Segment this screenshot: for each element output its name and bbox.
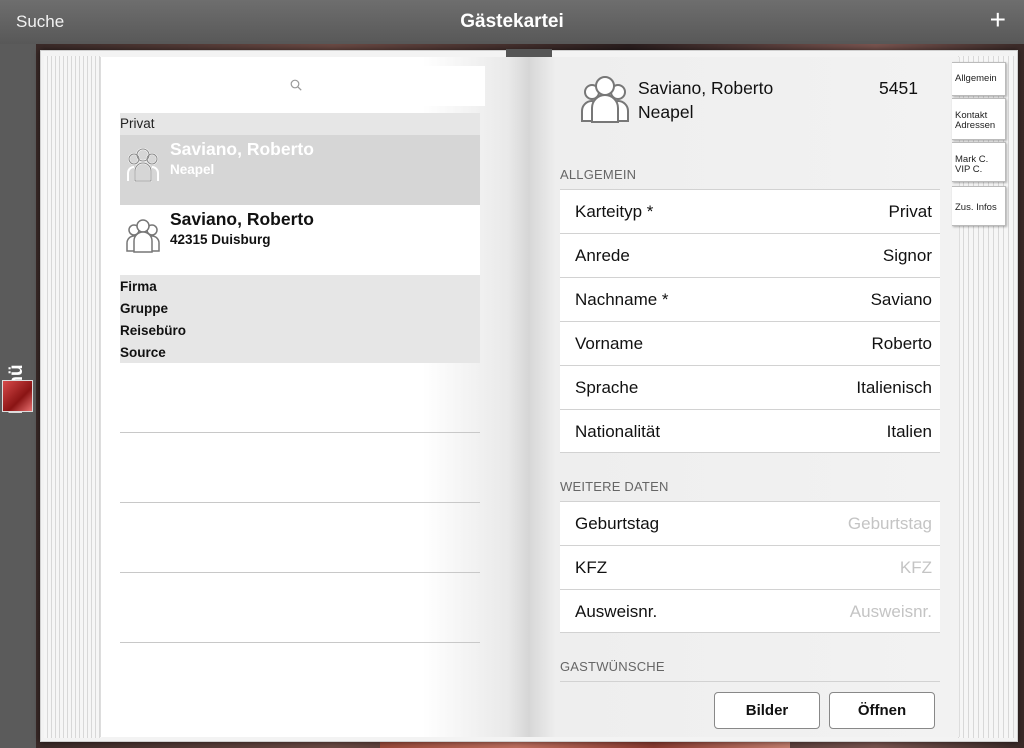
divider	[120, 572, 480, 573]
list-item[interactable]: Saviano, Roberto Neapel	[120, 135, 480, 205]
page-stack-left	[44, 56, 102, 738]
category-source[interactable]: Source	[120, 345, 480, 360]
guest-id: 5451	[879, 78, 918, 98]
category-gruppe[interactable]: Gruppe	[120, 301, 480, 316]
field-nachname[interactable]: Nachname * Saviano	[560, 277, 940, 321]
section-header-gastwuensche: GASTWÜNSCHE	[560, 659, 665, 674]
menu-thumbnail[interactable]	[2, 380, 33, 412]
section-header-weitere-daten: WEITERE DATEN	[560, 479, 669, 494]
field-label: Anrede	[575, 246, 630, 265]
navigation-bar: Suche Gästekartei +	[0, 0, 1024, 44]
field-placeholder: Geburtstag	[847, 514, 932, 533]
field-value: Italienisch	[856, 378, 932, 397]
tab-kontakt-adressen[interactable]: Kontakt Adressen	[952, 98, 1006, 140]
list-item[interactable]: Saviano, Roberto 42315 Duisburg	[120, 205, 480, 275]
field-label: Geburtstag	[575, 514, 660, 533]
search-field[interactable]	[120, 66, 485, 106]
divider	[120, 502, 480, 503]
list-item-city: Neapel	[170, 162, 215, 177]
field-nationalitaet[interactable]: Nationalität Italien	[560, 409, 940, 453]
field-karteityp[interactable]: Karteityp * Privat	[560, 189, 940, 233]
tab-mark-vip[interactable]: Mark C. VIP C.	[952, 142, 1006, 182]
field-value: Saviano	[870, 290, 932, 309]
spine-tab	[506, 49, 552, 57]
search-icon	[290, 79, 302, 91]
field-label: Ausweisnr.	[575, 602, 658, 621]
field-label: KFZ	[575, 558, 608, 577]
field-placeholder: Ausweisnr.	[849, 602, 932, 621]
section-header-privat: Privat	[120, 113, 480, 135]
field-geburtstag[interactable]: Geburtstag Geburtstag	[560, 501, 940, 545]
plus-icon[interactable]: +	[990, 6, 1006, 34]
images-button[interactable]: Bilder	[714, 692, 820, 729]
divider	[120, 642, 480, 643]
field-placeholder: KFZ	[899, 558, 932, 577]
list-item-address: 42315 Duisburg	[170, 232, 271, 247]
field-anrede[interactable]: Anrede Signor	[560, 233, 940, 277]
list-item-name: Saviano, Roberto	[170, 139, 314, 159]
section-header-allgemein: ALLGEMEIN	[560, 167, 637, 182]
group-avatar-icon	[126, 219, 160, 253]
open-button[interactable]: Öffnen	[829, 692, 935, 729]
field-label: Nationalität	[575, 422, 661, 441]
field-value: Privat	[888, 202, 932, 221]
field-value: Signor	[882, 246, 932, 265]
page-title: Gästekartei	[460, 11, 564, 32]
divider	[120, 432, 480, 433]
field-sprache[interactable]: Sprache Italienisch	[560, 365, 940, 409]
field-label: Sprache	[575, 378, 639, 397]
guest-name: Saviano, Roberto	[638, 78, 774, 98]
category-reisebuero[interactable]: Reisebüro	[120, 323, 480, 338]
tab-zus-infos[interactable]: Zus. Infos	[952, 186, 1006, 226]
field-label: Karteityp *	[575, 202, 654, 221]
divider	[560, 681, 940, 682]
field-label: Vorname	[575, 334, 644, 353]
list-item-name: Saviano, Roberto	[170, 209, 314, 229]
tab-allgemein[interactable]: Allgemein	[952, 62, 1006, 96]
field-value: Roberto	[871, 334, 932, 353]
category-firma[interactable]: Firma	[120, 279, 480, 294]
guest-city: Neapel	[638, 102, 694, 122]
field-label: Nachname *	[575, 290, 669, 309]
field-kfz[interactable]: KFZ KFZ	[560, 545, 940, 589]
field-value: Italien	[886, 422, 932, 441]
group-avatar-icon	[581, 76, 629, 123]
field-ausweisnr[interactable]: Ausweisnr. Ausweisnr.	[560, 589, 940, 633]
group-avatar-icon	[127, 148, 159, 182]
field-vorname[interactable]: Vorname Roberto	[560, 321, 940, 365]
